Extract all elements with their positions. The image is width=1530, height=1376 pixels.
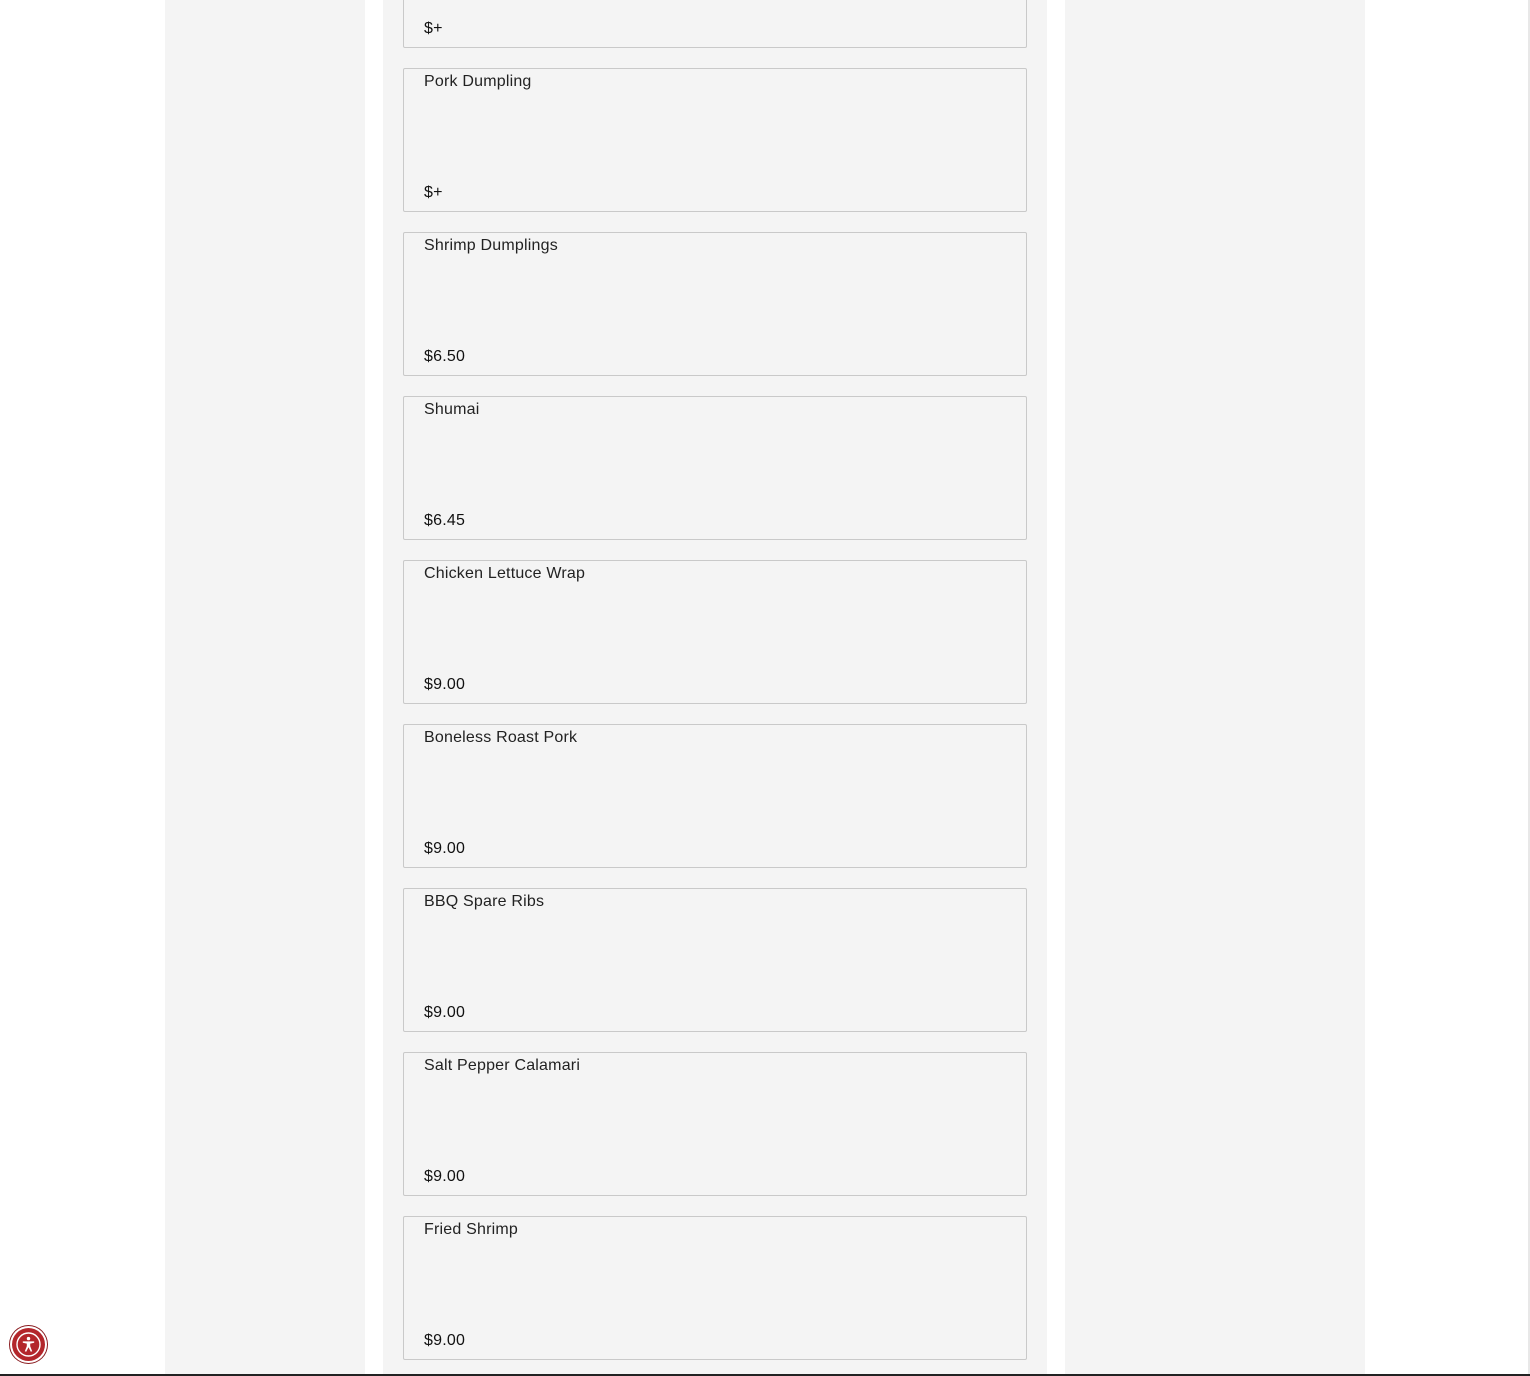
menu-item-card[interactable]: Salt Pepper Calamari $9.00 [403, 1052, 1027, 1196]
menu-item-price: $6.45 [424, 512, 466, 529]
menu-item-card[interactable]: Shrimp Dumplings $6.50 [403, 232, 1027, 376]
menu-item-price: $9.00 [424, 1168, 466, 1185]
menu-item-price: $9.00 [424, 840, 466, 857]
menu-item-price: $9.00 [424, 1332, 466, 1349]
menu-item-card[interactable]: BBQ Spare Ribs $9.00 [403, 888, 1027, 1032]
menu-item-card[interactable]: $+ [403, 0, 1027, 48]
menu-item-price: $6.50 [424, 348, 466, 365]
menu-item-name: Shrimp Dumplings [424, 237, 558, 254]
menu-item-name: Chicken Lettuce Wrap [424, 565, 586, 582]
menu-item-name: Fried Shrimp [424, 1221, 518, 1238]
menu-item-name: BBQ Spare Ribs [424, 893, 545, 910]
menu-item-name: Shumai [424, 401, 480, 418]
menu-column: $+ Pork Dumpling $+ Shrimp Dumplings $6.… [383, 0, 1047, 1376]
accessibility-icon [16, 1332, 41, 1357]
right-sidebar-column [1065, 0, 1365, 1376]
accessibility-button[interactable] [12, 1328, 45, 1361]
menu-page: $+ Pork Dumpling $+ Shrimp Dumplings $6.… [0, 0, 1530, 1376]
menu-item-price: $9.00 [424, 1004, 466, 1021]
menu-item-card[interactable]: Chicken Lettuce Wrap $9.00 [403, 560, 1027, 704]
menu-item-name: Pork Dumpling [424, 73, 532, 90]
menu-item-price: $+ [424, 20, 443, 37]
left-sidebar-column [165, 0, 365, 1376]
menu-item-card[interactable]: Shumai $6.45 [403, 396, 1027, 540]
menu-item-price: $+ [424, 184, 443, 201]
menu-item-list: $+ Pork Dumpling $+ Shrimp Dumplings $6.… [403, 0, 1027, 1376]
menu-item-price: $9.00 [424, 676, 466, 693]
menu-item-card[interactable]: Pork Dumpling $+ [403, 68, 1027, 212]
menu-item-card[interactable]: Boneless Roast Pork $9.00 [403, 724, 1027, 868]
menu-item-name: Salt Pepper Calamari [424, 1057, 581, 1074]
menu-item-card[interactable]: Fried Shrimp $9.00 [403, 1216, 1027, 1360]
menu-item-name: Boneless Roast Pork [424, 729, 578, 746]
